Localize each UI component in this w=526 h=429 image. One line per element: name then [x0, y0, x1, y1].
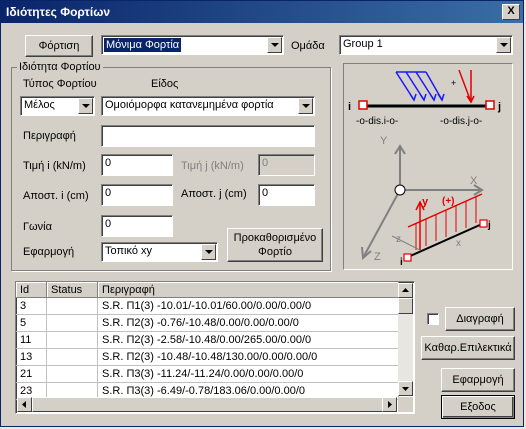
distributed-load-icon: [395, 71, 445, 102]
row-status: [46, 297, 98, 315]
chevron-down-icon[interactable]: [267, 37, 282, 53]
node-j-icon: [485, 100, 495, 110]
table-row[interactable]: 13 S.R. Π2(3) -10.48/-10.48/130.00/0.00/0…: [16, 348, 399, 366]
row-description: S.R. Π1(3) -10.01/-10.01/60.00/0.00/0.00…: [97, 297, 399, 315]
node-i-icon: [358, 100, 368, 110]
value-i-field[interactable]: 0: [101, 154, 173, 176]
chevron-down-icon[interactable]: [78, 98, 93, 114]
scroll-thumb[interactable]: [398, 298, 413, 314]
group-label: Ομάδα: [291, 40, 325, 52]
value-j-label: Τιμή j (kN/m): [181, 160, 244, 172]
row-id: 13: [16, 348, 47, 366]
row-status: [46, 331, 98, 349]
scroll-corner: [398, 397, 413, 412]
column-id[interactable]: Id: [16, 282, 47, 298]
table-header: Id Status Περιγραφή: [16, 282, 399, 298]
row-id: 11: [16, 331, 47, 349]
angle-label: Γωνία: [23, 221, 52, 233]
svg-text:+: +: [451, 78, 456, 88]
axis-x-label: X: [470, 175, 478, 187]
distance-i-field[interactable]: 0: [101, 184, 173, 206]
row-description: S.R. Π3(3) -11.24/-11.24/0.00/0.00/0.00/…: [97, 365, 399, 383]
vertical-scrollbar[interactable]: [398, 283, 413, 396]
hscroll-thumb[interactable]: [32, 397, 392, 412]
distance-j-field[interactable]: 0: [258, 184, 315, 206]
positive-label: (+): [442, 196, 455, 207]
kind-value: Ομοιόμορφα κατανεμημένα φορτία: [105, 99, 274, 111]
column-status[interactable]: Status: [46, 282, 98, 298]
local-y-label: y: [422, 196, 429, 208]
row-description: S.R. Π2(3) -10.48/-10.48/130.00/0.00/0.0…: [97, 348, 399, 366]
axis-y-label: Y: [380, 135, 388, 147]
row-description: S.R. Π2(3) -0.76/-10.48/0.00/0.00/0.00/0: [97, 314, 399, 332]
apply-value: Τοπικό xy: [105, 245, 153, 257]
close-button[interactable]: X: [502, 4, 520, 20]
table-row[interactable]: 11 S.R. Π2(3) -2.58/-10.48/0.00/265.00/0.…: [16, 331, 399, 349]
load-type-label: Τύπος Φορτίου: [23, 78, 97, 90]
row-status: [46, 348, 98, 366]
loads-table-grid: Id Status Περιγραφή 3 S.R. Π1(3) -10.01/-…: [16, 282, 399, 400]
local-x-label: x: [456, 238, 461, 249]
distance-j-label: Αποστ. j (cm): [181, 188, 247, 200]
load-case-value: Μόνιμα Φορτία: [104, 38, 182, 52]
dis-i-label: -o-dis.i-o-: [356, 116, 398, 127]
clear-selected-button[interactable]: Καθαρ.Επιλεκτικά: [421, 336, 515, 360]
row-id: 21: [16, 365, 47, 383]
description-field[interactable]: [101, 125, 315, 147]
load-case-button[interactable]: Φόρτιση: [25, 35, 93, 57]
delete-button[interactable]: Διαγραφή: [445, 307, 515, 331]
group-value: Group 1: [343, 38, 383, 50]
end-i-label: i: [400, 257, 403, 268]
row-id: 3: [16, 297, 47, 315]
local-member-icon: [391, 193, 488, 262]
scroll-up-icon[interactable]: [398, 283, 413, 298]
angle-icon: [458, 69, 475, 104]
kind-select[interactable]: Ομοιόμορφα κατανεμημένα φορτία: [101, 96, 315, 116]
load-type-value: Μέλος: [24, 99, 55, 111]
table-row[interactable]: 5 S.R. Π2(3) -0.76/-10.48/0.00/0.00/0.00/…: [16, 314, 399, 332]
table-row[interactable]: 21 S.R. Π3(3) -11.24/-11.24/0.00/0.00/0.0…: [16, 365, 399, 383]
load-case-select[interactable]: Μόνιμα Φορτία: [101, 35, 284, 55]
apply-select[interactable]: Τοπικό xy: [101, 242, 218, 262]
value-i-label: Τιμή i (kN/m): [23, 160, 86, 172]
horizontal-scrollbar[interactable]: [17, 397, 397, 412]
chevron-down-icon[interactable]: [201, 244, 216, 260]
dis-j-label: -o-dis.j-o-: [440, 116, 482, 127]
load-diagram: + i j -o-dis.i-o- -o-dis.j-o- Y X Z y (+…: [343, 63, 513, 270]
load-type-select[interactable]: Μέλος: [20, 96, 95, 116]
axis-z-label: Z: [374, 251, 381, 263]
diagram-svg: + i j -o-dis.i-o- -o-dis.j-o- Y X Z y (+…: [348, 69, 501, 268]
scroll-right-icon[interactable]: [382, 397, 397, 412]
node-i-label: i: [348, 101, 351, 113]
delete-checkbox[interactable]: [427, 313, 439, 325]
scroll-down-icon[interactable]: [398, 381, 413, 396]
apply-button[interactable]: Εφαρμογή: [441, 368, 515, 392]
load-properties-window: Ιδιότητες Φορτίων X Φόρτιση Μόνιμα Φορτί…: [0, 0, 524, 427]
row-description: S.R. Π2(3) -2.58/-10.48/0.00/265.00/0.00…: [97, 331, 399, 349]
load-properties-title: Ιδιότητα Φορτίου: [17, 61, 103, 73]
node-j-label: j: [497, 101, 501, 113]
title-bar[interactable]: Ιδιότητες Φορτίων X: [1, 1, 523, 23]
distance-i-label: Αποστ. i (cm): [23, 190, 89, 202]
apply-label: Εφαρμογή: [23, 246, 75, 258]
scroll-left-icon[interactable]: [17, 397, 32, 412]
predefined-load-button[interactable]: Προκαθορισμένο Φορτίο: [227, 228, 323, 262]
chevron-down-icon[interactable]: [496, 37, 511, 53]
exit-button[interactable]: Εξοδος: [441, 395, 515, 419]
row-status: [46, 314, 98, 332]
window-title: Ιδιότητες Φορτίων: [6, 5, 111, 19]
row-id: 5: [16, 314, 47, 332]
local-z-label: z: [396, 234, 401, 245]
loads-table[interactable]: Id Status Περιγραφή 3 S.R. Π1(3) -10.01/-…: [15, 281, 415, 414]
description-label: Περιγραφή: [23, 130, 76, 142]
column-description[interactable]: Περιγραφή: [97, 282, 399, 298]
group-select[interactable]: Group 1: [339, 35, 513, 55]
chevron-down-icon[interactable]: [298, 98, 313, 114]
angle-field[interactable]: 0: [101, 215, 173, 237]
table-row[interactable]: 3 S.R. Π1(3) -10.01/-10.01/60.00/0.00/0.0…: [16, 297, 399, 315]
kind-label: Είδος: [151, 78, 179, 90]
end-j-label: j: [487, 220, 491, 231]
row-status: [46, 365, 98, 383]
value-j-field: 0: [258, 154, 315, 176]
